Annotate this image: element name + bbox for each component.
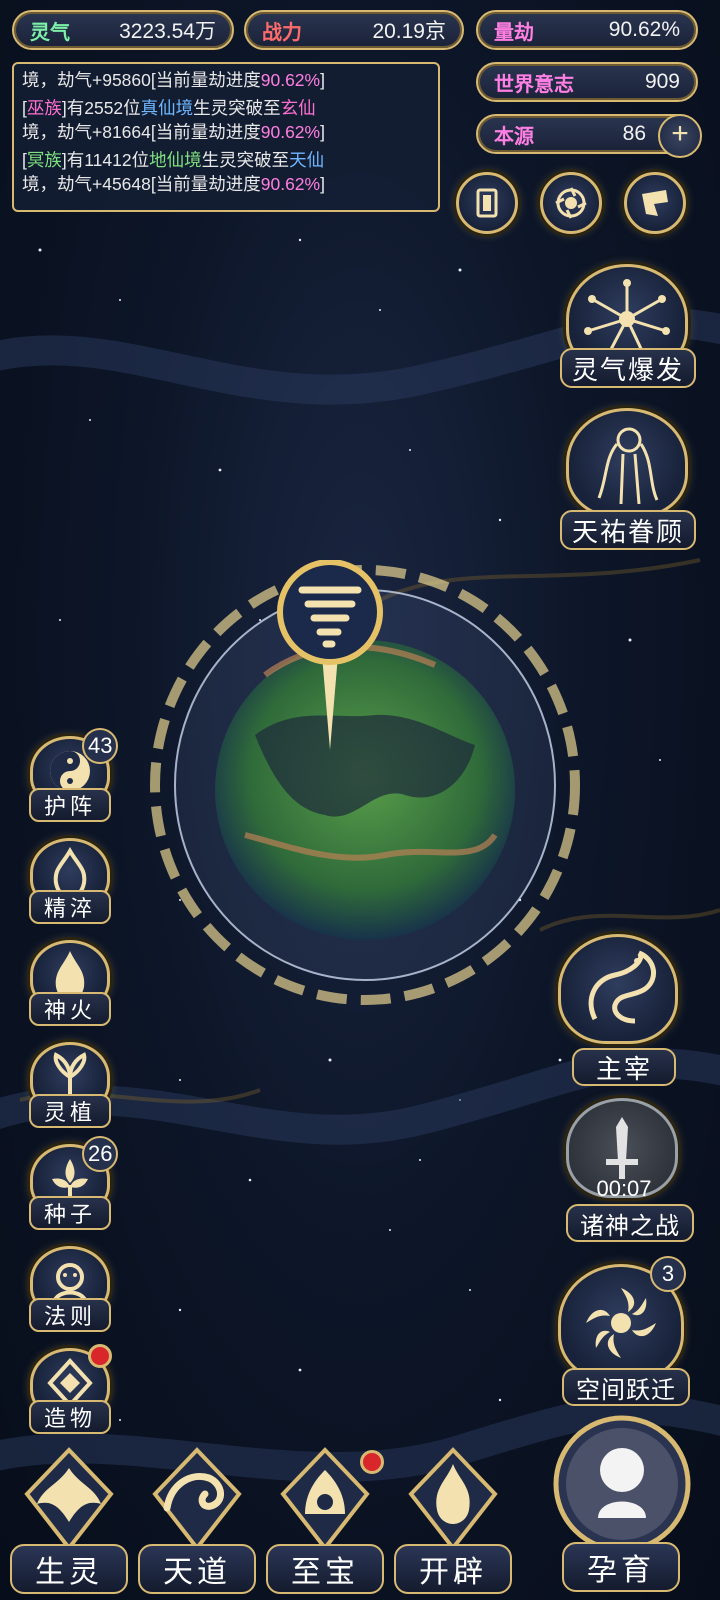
left-feature-badge: 43 bbox=[82, 728, 119, 764]
liangjie-label: 量劫 bbox=[494, 19, 534, 44]
add-benyuan-button[interactable]: + bbox=[658, 114, 702, 158]
log-text: 生灵突破至 bbox=[193, 98, 281, 118]
log-text: 境，劫气+95860[当前量劫进度 bbox=[22, 70, 261, 90]
gods-war-timer: 00:07 bbox=[596, 1176, 652, 1201]
benyuan-stat: 本源 86 + bbox=[476, 114, 702, 158]
liangjie-value: 90.62% bbox=[608, 18, 680, 41]
log-text: 境，劫气+81664[当前量劫进度 bbox=[22, 122, 261, 142]
left-feature-label[interactable]: 精淬 bbox=[29, 890, 111, 924]
goddess-icon bbox=[597, 427, 659, 505]
nav-shengling-label: 生灵 bbox=[10, 1544, 128, 1594]
nav-tiandao[interactable]: 天道 bbox=[138, 1444, 256, 1594]
log-realm: 玄仙 bbox=[280, 98, 316, 118]
event-log-panel[interactable]: 境，劫气+95860[当前量劫进度90.62%] [巫族]有2552位真仙境生灵… bbox=[12, 62, 440, 212]
log-line-2: [巫族]有2552位真仙境生灵突破至玄仙 境，劫气+81664[当前量劫进度90.… bbox=[22, 96, 430, 144]
zhanli-label: 战力 bbox=[262, 19, 302, 44]
log-race: 冥族 bbox=[26, 150, 62, 170]
left-feature-label[interactable]: 护阵 bbox=[29, 788, 111, 822]
log-progress: 90.62% bbox=[260, 174, 321, 194]
nav-shengling[interactable]: 生灵 bbox=[10, 1444, 128, 1594]
benyuan-value: 86 bbox=[622, 122, 646, 145]
nurture-icon bbox=[553, 1415, 691, 1553]
log-line-1: 境，劫气+95860[当前量劫进度90.62%] bbox=[22, 68, 430, 92]
log-text: ]有11412位 bbox=[61, 150, 150, 170]
log-bracket: ] bbox=[320, 174, 325, 194]
nav-yunyu-label: 孕育 bbox=[562, 1542, 680, 1592]
card-icon bbox=[476, 188, 498, 218]
dragon-icon bbox=[588, 950, 656, 1024]
portal-icon bbox=[555, 187, 587, 219]
left-feature-label[interactable]: 灵植 bbox=[29, 1094, 111, 1128]
log-bracket: ] bbox=[320, 122, 325, 142]
tianyou-label[interactable]: 天祐眷顾 bbox=[560, 510, 696, 550]
log-bracket: ] bbox=[320, 70, 325, 90]
lingqi-burst-label[interactable]: 灵气爆发 bbox=[560, 348, 696, 388]
portal-button[interactable] bbox=[540, 172, 602, 234]
left-feature-badge: 26 bbox=[82, 1136, 119, 1172]
left-feature-label[interactable]: 种子 bbox=[29, 1196, 111, 1230]
tianyou-button[interactable] bbox=[566, 408, 688, 518]
nav-kaipi-label: 开辟 bbox=[394, 1544, 512, 1594]
zhanli-value: 20.19京 bbox=[372, 20, 446, 43]
left-feature-label[interactable]: 神火 bbox=[29, 992, 111, 1026]
log-realm: 天仙 bbox=[289, 150, 325, 170]
tornado-marker[interactable] bbox=[272, 560, 388, 760]
benyuan-label: 本源 bbox=[494, 123, 534, 148]
left-feature-label[interactable]: 造物 bbox=[29, 1400, 111, 1434]
card-button[interactable] bbox=[456, 172, 518, 234]
nav-tiandao-label: 天道 bbox=[138, 1544, 256, 1594]
master-label[interactable]: 主宰 bbox=[572, 1048, 676, 1086]
log-text: 生灵突破至 bbox=[201, 150, 290, 170]
log-text: 境，劫气+45648[当前量劫进度 bbox=[22, 174, 261, 194]
space-jump-badge: 3 bbox=[650, 1256, 686, 1292]
space-jump-label[interactable]: 空间跃迁 bbox=[562, 1368, 690, 1406]
nav-zhibao[interactable]: 至宝 bbox=[266, 1444, 384, 1594]
lingqi-label: 灵气 bbox=[30, 19, 70, 44]
nav-zhibao-label: 至宝 bbox=[266, 1544, 384, 1594]
sword-icon bbox=[606, 1117, 638, 1179]
flame-icon bbox=[408, 1447, 498, 1552]
shijie-value: 909 bbox=[644, 70, 680, 93]
phoenix-icon bbox=[24, 1447, 114, 1552]
zhanli-stat: 战力 20.19京 bbox=[244, 10, 464, 50]
log-realm: 真仙境 bbox=[140, 98, 194, 118]
nav-kaipi[interactable]: 开辟 bbox=[394, 1444, 512, 1594]
shijie-stat[interactable]: 世界意志 909 bbox=[476, 62, 698, 102]
lingqi-stat: 灵气 3223.54万 bbox=[12, 10, 234, 50]
liangjie-stat: 量劫 90.62% bbox=[476, 10, 698, 50]
master-button[interactable] bbox=[558, 934, 678, 1044]
shijie-label: 世界意志 bbox=[494, 71, 574, 96]
nav-yunyu[interactable]: 孕育 bbox=[540, 1414, 704, 1594]
scroll-icon bbox=[642, 190, 668, 216]
wave-icon bbox=[152, 1447, 242, 1552]
lingqi-value: 3223.54万 bbox=[119, 20, 216, 43]
scroll-button[interactable] bbox=[624, 172, 686, 234]
log-line-3: [冥族]有11412位地仙境生灵突破至天仙 境，劫气+45648[当前量劫进度90… bbox=[22, 148, 430, 196]
left-feature-label[interactable]: 法则 bbox=[29, 1298, 111, 1332]
zhibao-notification-dot bbox=[360, 1450, 384, 1474]
log-text: ]有2552位 bbox=[61, 98, 141, 118]
log-race: 巫族 bbox=[26, 98, 62, 118]
log-progress: 90.62% bbox=[260, 122, 321, 142]
burst-icon bbox=[584, 279, 670, 356]
log-realm: 地仙境 bbox=[149, 150, 202, 170]
gods-war-label[interactable]: 诸神之战 bbox=[566, 1204, 694, 1242]
vortex-icon bbox=[586, 1288, 656, 1358]
log-progress: 90.62% bbox=[260, 70, 321, 90]
creation-notification-dot bbox=[88, 1344, 112, 1368]
